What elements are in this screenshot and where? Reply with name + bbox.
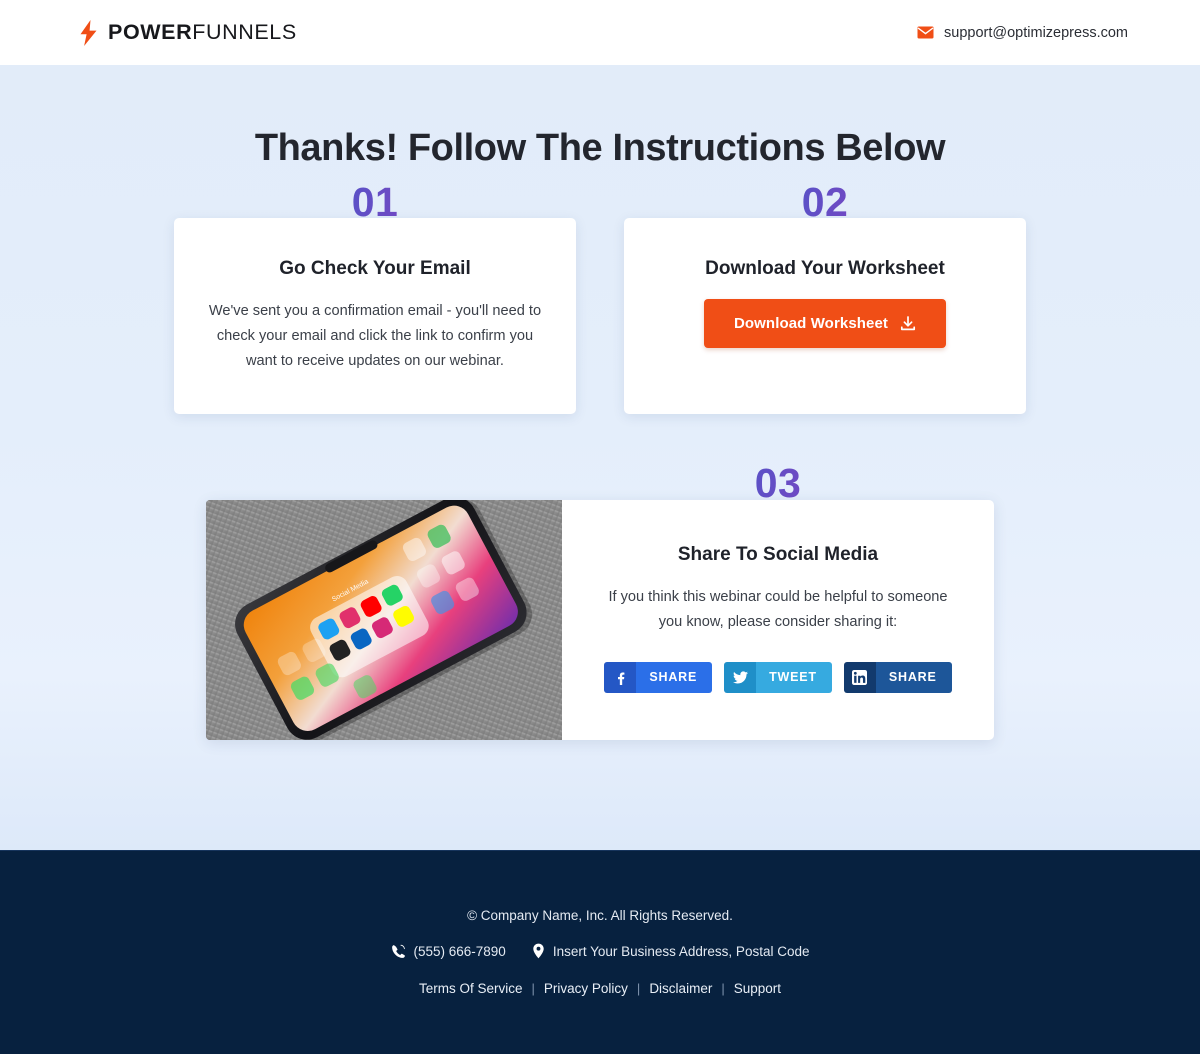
footer-link-separator: | bbox=[531, 981, 535, 996]
lightning-bolt-icon bbox=[80, 19, 97, 46]
step-heading-1: Go Check Your Email bbox=[279, 258, 471, 279]
header-support-email[interactable]: support@optimizepress.com bbox=[917, 25, 1128, 41]
twitter-tweet-label: TWEET bbox=[756, 662, 832, 693]
copyright-text: © Company Name, Inc. All Rights Reserved… bbox=[467, 908, 733, 923]
download-icon bbox=[900, 315, 916, 332]
step-number-03: 03 bbox=[562, 463, 994, 504]
download-worksheet-button[interactable]: Download Worksheet bbox=[703, 299, 947, 348]
footer-link-disclaimer[interactable]: Disclaimer bbox=[649, 981, 712, 996]
landing-page: POWERFUNNELS support@optimizepress.com T… bbox=[0, 0, 1200, 1054]
step-card-3: Social Media 03 Share To Social Media If… bbox=[206, 463, 994, 740]
site-header: POWERFUNNELS support@optimizepress.com bbox=[0, 0, 1200, 65]
footer-link-support[interactable]: Support bbox=[734, 981, 781, 996]
location-pin-icon bbox=[532, 943, 545, 959]
linkedin-icon bbox=[843, 662, 876, 693]
step-body-3: If you think this webinar could be helpf… bbox=[608, 589, 948, 630]
linkedin-share-label: SHARE bbox=[875, 662, 952, 693]
phone-icon bbox=[391, 944, 406, 959]
step-number-01: 01 bbox=[174, 182, 576, 223]
brand-name: POWERFUNNELS bbox=[108, 20, 297, 45]
header-email-text: support@optimizepress.com bbox=[944, 24, 1128, 41]
brand-name-light: FUNNELS bbox=[192, 20, 297, 44]
download-button-label: Download Worksheet bbox=[733, 315, 889, 332]
footer-link-privacy-policy[interactable]: Privacy Policy bbox=[544, 981, 628, 996]
facebook-share-label: SHARE bbox=[636, 662, 713, 693]
step-number-02: 02 bbox=[624, 182, 1026, 223]
twitter-tweet-button[interactable]: TWEET bbox=[724, 662, 832, 693]
facebook-share-button[interactable]: SHARE bbox=[604, 662, 713, 693]
facebook-icon bbox=[604, 662, 637, 693]
twitter-icon bbox=[724, 662, 757, 693]
footer-contact-line: (555) 666-7890 Insert Your Business Addr… bbox=[0, 943, 1200, 959]
step-card-1: 01 Go Check Your Email We've sent you a … bbox=[174, 182, 576, 414]
steps-row: 01 Go Check Your Email We've sent you a … bbox=[174, 182, 1026, 414]
main-content: Thanks! Follow The Instructions Below 01… bbox=[0, 65, 1200, 850]
step-heading-2: Download Your Worksheet bbox=[705, 258, 945, 279]
social-share-row: SHARE TWEET SHARE bbox=[592, 662, 964, 693]
site-footer: © Company Name, Inc. All Rights Reserved… bbox=[0, 850, 1200, 1054]
linkedin-share-button[interactable]: SHARE bbox=[843, 662, 952, 693]
smartphone-on-fabric-photo: Social Media bbox=[206, 500, 562, 740]
footer-phone-text[interactable]: (555) 666-7890 bbox=[414, 944, 506, 959]
footer-address-text: Insert Your Business Address, Postal Cod… bbox=[552, 943, 810, 959]
download-button-wrap: Download Worksheet bbox=[650, 299, 1000, 348]
footer-link-terms-of-service[interactable]: Terms Of Service bbox=[419, 981, 523, 996]
step-card-2: 02 Download Your Worksheet Download Work… bbox=[624, 182, 1026, 414]
brand-logo[interactable]: POWERFUNNELS bbox=[80, 19, 297, 46]
page-title: Thanks! Follow The Instructions Below bbox=[254, 127, 946, 169]
step-heading-3: Share To Social Media bbox=[677, 544, 879, 565]
envelope-icon bbox=[917, 26, 934, 39]
brand-name-bold: POWER bbox=[108, 20, 193, 44]
footer-link-separator: | bbox=[721, 981, 725, 996]
footer-link-separator: | bbox=[636, 981, 641, 996]
step-3-content: 03 Share To Social Media If you think th… bbox=[562, 463, 994, 740]
step-body-1: We've sent you a confirmation email - yo… bbox=[208, 303, 542, 369]
footer-links: Terms Of Service | Privacy Policy | Disc… bbox=[0, 981, 1200, 996]
